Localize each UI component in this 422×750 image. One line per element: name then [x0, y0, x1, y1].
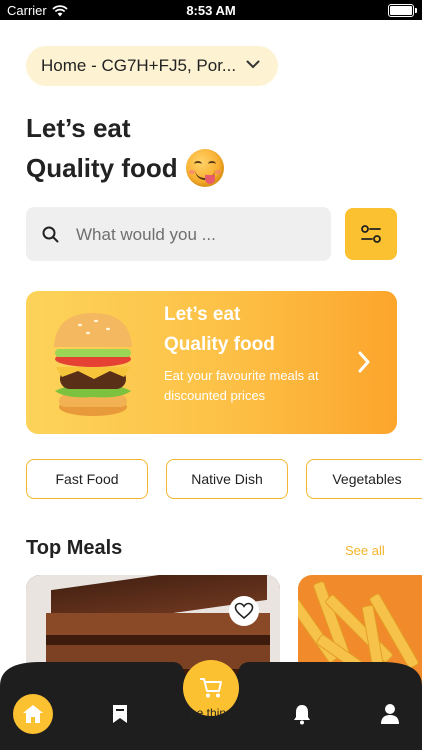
burger-illustration: [54, 313, 132, 416]
category-fast-food[interactable]: Fast Food: [26, 459, 148, 499]
greeting-line-2-text: Quality food: [26, 152, 178, 183]
banner-title-line-2: Quality food: [164, 334, 275, 355]
heart-icon: [234, 602, 254, 620]
search-bar[interactable]: [26, 207, 331, 263]
promo-banner[interactable]: Let’s eat Quality food Eat your favourit…: [26, 291, 397, 434]
location-label: Home - CG7H+FJ5, Por...: [41, 56, 237, 75]
category-native-dish[interactable]: Native Dish: [166, 459, 288, 499]
battery-icon: [388, 4, 417, 17]
clock: 8:53 AM: [186, 3, 236, 18]
notifications-tab[interactable]: [290, 702, 314, 726]
filter-icon: [361, 225, 381, 243]
status-bar: Carrier 8:53 AM: [0, 0, 422, 20]
cart-label: be thin: [190, 706, 227, 720]
filter-button[interactable]: [345, 208, 397, 260]
profile-icon: [381, 704, 399, 724]
see-all-link[interactable]: See all: [345, 543, 385, 558]
search-icon: [42, 226, 59, 243]
chevron-down-icon: [246, 60, 260, 69]
profile-tab[interactable]: [378, 702, 402, 726]
home-tab[interactable]: [13, 694, 53, 734]
chevron-right-icon: [358, 351, 370, 373]
banner-subtitle: Eat your favourite meals at discounted p…: [164, 368, 319, 403]
bookmarks-tab[interactable]: [108, 702, 132, 726]
cart-icon: [200, 678, 222, 698]
banner-title-line-1: Let’s eat: [164, 304, 241, 325]
greeting-line-1: Let’s eat: [26, 113, 131, 143]
top-meals-title: Top Meals: [26, 537, 123, 559]
bell-icon: [294, 705, 310, 725]
greeting-line-2: Quality food: [26, 149, 224, 187]
favorite-button[interactable]: [229, 596, 259, 626]
location-selector[interactable]: Home - CG7H+FJ5, Por...: [26, 46, 278, 86]
yum-emoji-icon: [185, 149, 224, 187]
home-icon: [23, 705, 43, 723]
category-vegetables[interactable]: Vegetables: [306, 459, 422, 499]
search-input[interactable]: [74, 207, 328, 263]
bookmark-icon: [113, 705, 127, 723]
